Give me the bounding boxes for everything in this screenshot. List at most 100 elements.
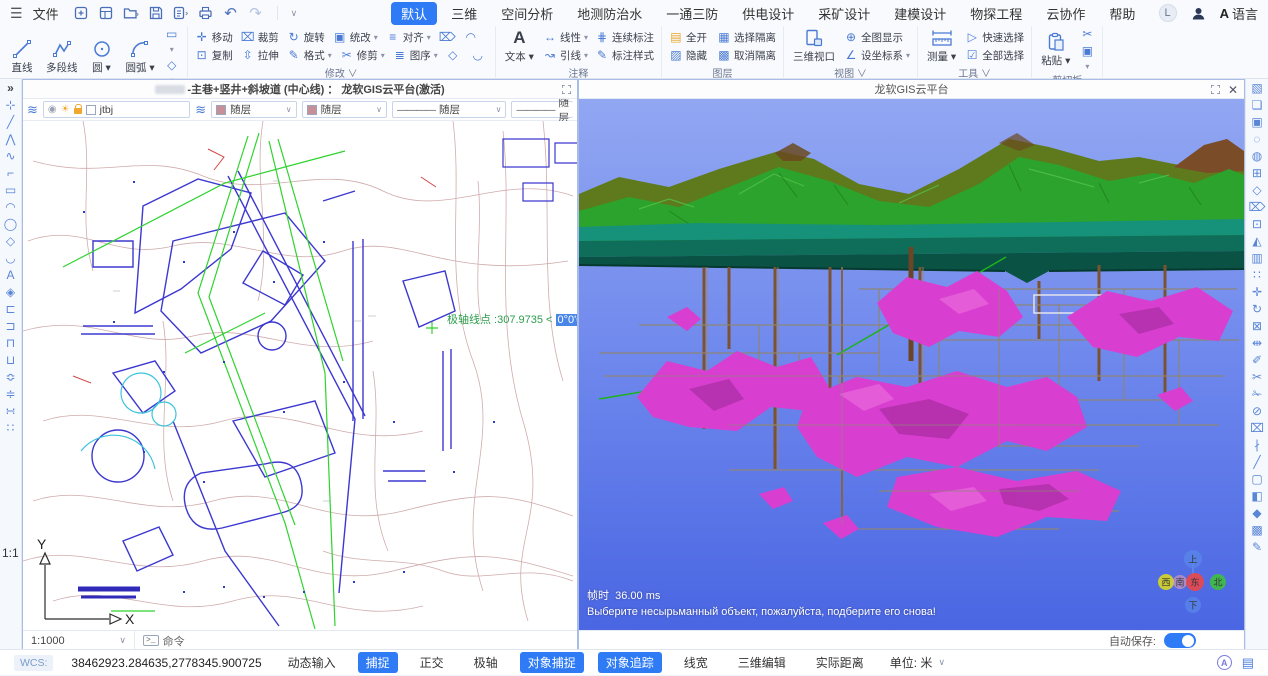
layer-lock-icon[interactable] [74,108,82,114]
modify-tool-button[interactable]: ✎格式▾ [287,48,332,63]
stamp-icon[interactable]: ▥ [1251,252,1262,265]
modify-tool-button[interactable]: ◇▾ [446,48,463,63]
text-button[interactable]: A 文本 ▾ [503,28,536,64]
modify-tool-button[interactable]: ⊡复制▾ [195,48,233,63]
group-label-modify[interactable]: 修改 ∨ [195,65,488,78]
extend-icon[interactable]: ╱ [1253,456,1260,469]
mirror-icon[interactable]: ◭ [1252,235,1261,248]
draw-region-icon[interactable]: ⌐ [7,167,14,180]
text-tool-icon[interactable]: A [6,269,14,282]
scale-selector[interactable]: 1:1000 ∨ [23,631,135,650]
layer-tool-button[interactable]: ▩取消隔离 [717,48,776,63]
rotate-icon[interactable]: ↻ [1252,303,1262,316]
ribbon-tab[interactable]: 物探工程 [960,2,1032,25]
ribbon-tab[interactable]: 供电设计 [732,2,804,25]
zoom-extents-button[interactable]: ⊕全图显示 [844,30,910,45]
modify-tool-button[interactable]: ▣统改▾ [333,30,378,45]
command-input[interactable]: >_ 命令 [135,633,193,649]
align-center-icon[interactable]: ≎ [5,371,15,384]
quick-select-button[interactable]: ▷快速选择 [965,30,1024,45]
autosave-toggle[interactable] [1164,633,1196,648]
ribbon-tab[interactable]: 一通三防 [656,2,728,25]
ribbon-tab[interactable]: 建模设计 [884,2,956,25]
draw-arc-button[interactable]: 圆弧 ▾ [124,39,157,75]
modify-tool-button[interactable]: ≡对齐▾ [386,30,431,45]
layer-combo[interactable]: ◉ ☀ jtbj [43,101,190,118]
set-coordinate-system-button[interactable]: ∠设坐标系▾ [844,48,910,63]
hatch-icon[interactable]: ▩ [1251,524,1262,537]
modify-tool-button[interactable]: ◠▾ [464,30,481,45]
crop-icon[interactable]: ⌧ [1250,422,1264,435]
ribbon-tab[interactable]: 空间分析 [491,2,563,25]
layers-icon[interactable]: ≋ [27,102,38,118]
modify-tool-button[interactable]: ≣图序▾ [393,48,438,63]
modify-tool-button[interactable]: ◡▾ [471,48,488,63]
pin-icon[interactable]: ⊹ [5,99,15,112]
toolbar-options-chevron-icon[interactable]: ∨ [291,8,298,19]
ribbon-tab[interactable]: 默认 [391,2,437,25]
layer-tool-button[interactable]: ▦选择隔离 [717,30,776,45]
view-cube-icon[interactable]: ◇ [1252,184,1261,197]
lineweight-combo[interactable]: ———— 随层 [511,101,573,118]
stretch-icon[interactable]: ⇹ [1252,337,1262,350]
edit-box-icon[interactable]: ✎ [1252,541,1262,554]
export-icon[interactable] [173,5,189,21]
break-icon[interactable]: ✂ [1252,371,1262,384]
group-label-view[interactable]: 视图 ∨ [791,65,910,78]
array-icon[interactable]: ∷ [1253,269,1261,282]
distribute-horizontal-icon[interactable]: ∺ [5,405,15,418]
3d-scene-canvas[interactable]: 帧时 36.00 ms Выберите несырьманный объект… [579,99,1244,630]
screw-icon[interactable]: ✐ [1252,354,1262,367]
modify-tool-button[interactable]: ↻旋转▾ [287,30,325,45]
status-toggle[interactable]: 捕捉 [358,652,398,673]
status-toggle[interactable]: 实际距离 [808,652,872,673]
zoom-extents-icon[interactable]: ∷ [7,422,15,435]
layer-states-icon[interactable]: ≋ [195,102,206,118]
select-rectangle-icon[interactable]: ▣ [1251,116,1262,129]
open-folder-icon[interactable] [123,5,139,21]
layer-on-icon[interactable]: ◉ [48,104,57,115]
measure-button[interactable]: 测量 ▾ [925,28,958,64]
align-right-icon[interactable]: ⊐ [5,320,15,333]
file-menu[interactable]: 文件 [33,4,59,23]
leader-button[interactable]: ↝引线▾ [543,48,588,63]
draw-circle-icon[interactable]: ◯ [4,218,17,231]
delete-icon[interactable]: ⌦ [1249,201,1266,214]
draw-rectangle-button[interactable]: ▭ ▾ [164,27,180,55]
draw-polygon-icon[interactable]: ◇ [6,235,15,248]
linetype-combo[interactable]: ———— 随层 ∨ [392,101,506,118]
select-all-button[interactable]: ☑全部选择 [965,48,1024,63]
language-button[interactable]: A 语言 [1220,4,1258,23]
color-combo[interactable]: 随层 ∨ [211,101,296,118]
status-toggle[interactable]: 动态输入 [280,652,344,673]
select-circle-icon[interactable]: ◌ [1253,133,1260,146]
modify-tool-button[interactable]: ⌦▾ [439,30,456,45]
collapse-panel-icon[interactable]: » [7,82,14,95]
color2-combo[interactable]: 随层 ∨ [302,101,387,118]
assistant-icon[interactable]: A [1217,655,1232,670]
select-fence-icon[interactable]: ⊞ [1252,167,1262,180]
2d-drawing-canvas[interactable]: Y X 极轴线点 :307.9735 < 0°0'0" [23,121,577,630]
unit-selector[interactable]: 单位: 米 ∨ [890,654,945,671]
navigation-compass[interactable]: 上 西 南 东 北 下 [1154,546,1232,618]
box-3d-icon[interactable]: ◆ [1252,507,1261,520]
account-icon[interactable] [1191,6,1206,21]
new-file-icon[interactable] [73,5,89,21]
notes-icon[interactable]: ▤ [1242,655,1254,671]
ribbon-tab[interactable]: 帮助 [1099,2,1145,25]
print-icon[interactable] [198,5,214,21]
modify-tool-button[interactable]: ✛移动▾ [195,30,233,45]
status-toggle[interactable]: 极轴 [466,652,506,673]
template-icon[interactable] [98,5,114,21]
layer-tool-button[interactable]: ▤全开 [669,30,707,45]
draw-revcloud-icon[interactable]: ◡ [5,252,15,265]
fullscreen-icon[interactable] [562,85,571,94]
measure-icon[interactable]: ⊘ [1252,405,1262,418]
group-label-tools[interactable]: 工具 ∨ [925,65,1024,78]
draw-spline-icon[interactable]: ∿ [5,150,15,163]
status-toggle[interactable]: 正交 [412,652,452,673]
copy-icon[interactable]: ⊠ [1252,320,1262,333]
scale-1-1-icon[interactable]: 1:1 [2,546,19,560]
status-toggle[interactable]: 对象捕捉 [520,652,584,673]
status-toggle[interactable]: 对象追踪 [598,652,662,673]
